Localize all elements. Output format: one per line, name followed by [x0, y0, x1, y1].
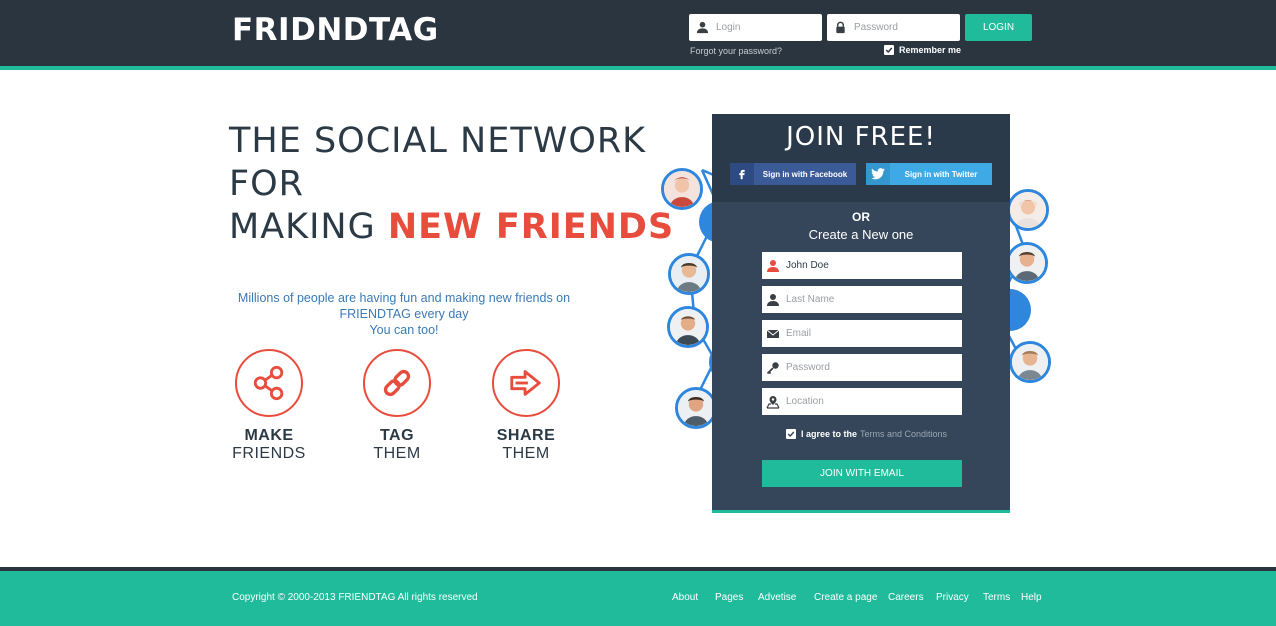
join-with-email-button[interactable]: JOIN WITH EMAIL	[762, 460, 962, 487]
remember-label: Remember me	[899, 45, 962, 55]
feature-title: TAG	[379, 427, 415, 444]
share-icon	[235, 349, 303, 417]
location-field[interactable]: Location	[762, 388, 962, 415]
footer-link-privacy[interactable]: Privacy	[936, 592, 969, 603]
footer-link-help[interactable]: Help	[1021, 592, 1042, 603]
full-name-field[interactable]: John Doe	[762, 252, 962, 279]
footer-link-terms[interactable]: Terms	[983, 592, 1010, 603]
forgot-password-link[interactable]: Forgot your password?	[690, 46, 782, 56]
subtext-line2: FRIENDTAG every day	[339, 307, 469, 321]
facebook-icon	[730, 163, 754, 185]
join-panel: JOIN FREE! Sign in with Facebook Sign in…	[712, 114, 1010, 513]
feature-share-them: SHARE THEM	[476, 349, 576, 463]
top-bar: FRIDNDTAG Login Password LOGIN Forgot yo…	[0, 0, 1276, 66]
headline-accent: NEW FRIENDS	[387, 207, 675, 247]
login-button[interactable]: LOGIN	[965, 14, 1032, 41]
twitter-signin-label: Sign in with Twitter	[904, 169, 978, 179]
terms-checkbox[interactable]	[786, 429, 796, 439]
feature-subtitle: THEM	[373, 445, 421, 462]
link-icon	[363, 349, 431, 417]
subtext-line3: You can too!	[369, 323, 439, 337]
or-divider: OR	[852, 210, 870, 224]
hero-subtext: Millions of people are having fun and ma…	[229, 290, 579, 338]
key-icon	[766, 361, 780, 375]
login-placeholder: Login	[716, 22, 741, 33]
avatar	[675, 387, 717, 429]
remember-checkbox[interactable]	[884, 45, 894, 55]
footer-link-about[interactable]: About	[672, 592, 698, 603]
feature-make-friends: MAKE FRIENDS	[219, 349, 319, 463]
twitter-icon	[866, 163, 890, 185]
agree-label: I agree to the	[801, 429, 858, 439]
join-title: JOIN FREE!	[786, 122, 936, 152]
footer-link-create-page[interactable]: Create a page	[814, 592, 877, 603]
twitter-signin-button[interactable]: Sign in with Twitter	[866, 163, 992, 185]
terms-link[interactable]: Terms and Conditions	[860, 429, 947, 439]
landing-page: FRIDNDTAG Login Password LOGIN Forgot yo…	[0, 0, 1276, 626]
arrow-right-icon	[492, 349, 560, 417]
email-placeholder: Email	[786, 328, 812, 339]
facebook-signin-button[interactable]: Sign in with Facebook	[730, 163, 856, 185]
avatar	[1006, 242, 1048, 284]
headline-line3-plain: MAKING	[229, 207, 388, 247]
password-field[interactable]: Password	[762, 354, 962, 381]
copyright-text: Copyright © 2000-2013 FRIENDTAG All righ…	[232, 592, 478, 603]
envelope-icon	[766, 327, 780, 341]
feature-title: MAKE	[244, 427, 294, 444]
avatar	[668, 253, 710, 295]
user-icon	[766, 259, 780, 273]
remember-me[interactable]: Remember me	[884, 45, 961, 55]
location-placeholder: Location	[786, 396, 824, 407]
map-pin-icon	[766, 395, 780, 409]
header-accent-line	[0, 66, 1276, 70]
footer-link-careers[interactable]: Careers	[888, 592, 924, 603]
avatar	[661, 168, 703, 210]
subtext-line1: Millions of people are having fun and ma…	[237, 291, 571, 305]
headline-line2: FOR	[229, 164, 304, 204]
feature-subtitle: THEM	[502, 445, 550, 462]
terms-agreement: I agree to the Terms and Conditions	[786, 429, 947, 439]
site-logo[interactable]: FRIDNDTAG	[232, 12, 439, 48]
lock-icon	[834, 21, 847, 34]
headline-line1: THE SOCIAL NETWORK	[229, 121, 647, 161]
email-field[interactable]: Email	[762, 320, 962, 347]
user-icon	[696, 21, 709, 34]
password-input[interactable]: Password	[827, 14, 960, 41]
avatar	[1007, 189, 1049, 231]
password-placeholder: Password	[854, 22, 898, 33]
headline-line3: MAKING NEW FRIENDS	[229, 206, 674, 249]
feature-tag-them: TAG THEM	[347, 349, 447, 463]
avatar	[667, 306, 709, 348]
last-name-field[interactable]: Last Name	[762, 286, 962, 313]
hero-headline: THE SOCIAL NETWORK FOR MAKING NEW FRIEND…	[229, 120, 674, 249]
last-name-placeholder: Last Name	[786, 294, 835, 305]
feature-title: SHARE	[496, 427, 556, 444]
feature-subtitle: FRIENDS	[232, 445, 306, 462]
user-icon	[766, 293, 780, 307]
avatar	[1009, 341, 1051, 383]
footer-link-pages[interactable]: Pages	[715, 592, 743, 603]
footer: Copyright © 2000-2013 FRIENDTAG All righ…	[0, 571, 1276, 626]
full-name-value: John Doe	[786, 260, 829, 271]
facebook-signin-label: Sign in with Facebook	[762, 169, 848, 179]
login-input[interactable]: Login	[689, 14, 822, 41]
password-placeholder: Password	[786, 362, 830, 373]
footer-link-advertise[interactable]: Advetise	[758, 592, 796, 603]
create-account-heading: Create a New one	[808, 227, 914, 242]
